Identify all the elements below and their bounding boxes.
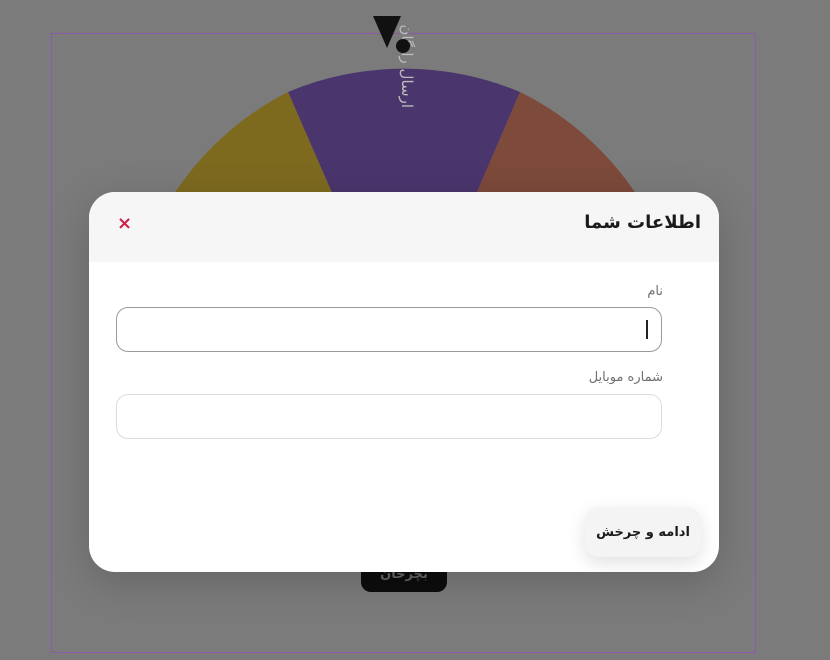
modal-title: اطلاعات شما [584,212,701,233]
text-caret [646,320,648,339]
pointer-dot-icon [396,39,410,53]
close-icon[interactable]: × [117,214,132,234]
user-info-modal: اطلاعات شما × نام شماره موبایل ادامه و چ… [89,192,719,572]
name-label: نام [647,284,663,299]
modal-header: اطلاعات شما × [89,192,719,262]
mobile-label: شماره موبایل [588,370,663,385]
mobile-input[interactable] [116,394,662,439]
continue-spin-button[interactable]: ادامه و چرخش [585,507,701,557]
name-input[interactable] [116,307,662,352]
